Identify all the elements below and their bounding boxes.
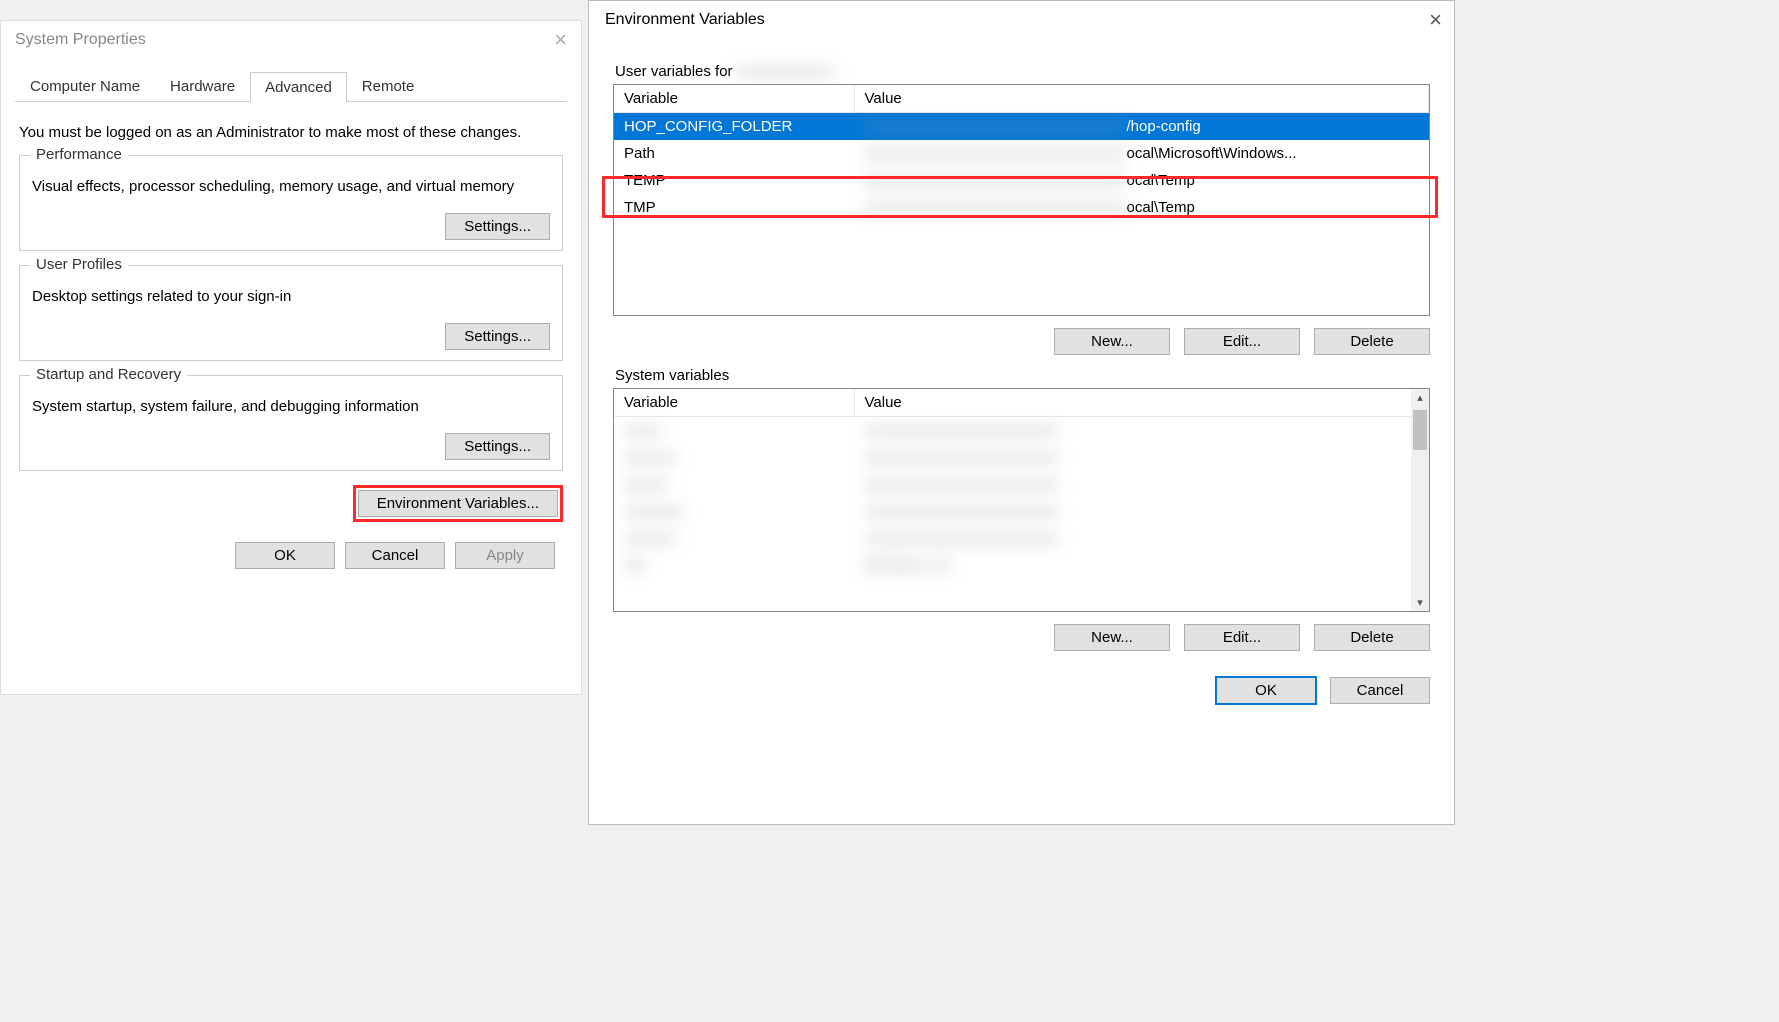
- redacted: xxxxx: [614, 417, 854, 445]
- user-profiles-settings-button[interactable]: Settings...: [445, 323, 550, 350]
- col-variable[interactable]: Variable: [614, 85, 854, 113]
- group-startup-recovery: Startup and Recovery System startup, sys…: [19, 375, 563, 471]
- redacted: xxxxxxxxxxxxxxxxxxxxxxxxxxxxxxxxxxx: [864, 118, 1127, 135]
- tab-remote[interactable]: Remote: [347, 71, 430, 101]
- tab-hardware[interactable]: Hardware: [155, 71, 250, 101]
- window-title: System Properties: [15, 31, 146, 49]
- cell-variable: TMP: [614, 194, 854, 221]
- window-title: Environment Variables: [605, 11, 765, 29]
- col-value[interactable]: Value: [854, 85, 1429, 113]
- cancel-button[interactable]: Cancel: [345, 542, 445, 569]
- table-row[interactable]: xxxxxxxxxxxxxxxxxxxxxxxxxxxxxxxxx: [614, 525, 1429, 552]
- user-new-button[interactable]: New...: [1054, 328, 1170, 355]
- tabs: Computer Name Hardware Advanced Remote: [15, 71, 567, 102]
- table-header-row: Variable Value: [614, 85, 1429, 113]
- user-section-label: User variables for xxxxxxxxxxxxx: [615, 63, 1454, 80]
- table-row[interactable]: xxxxxxxxxxxxxxxxxxxxxxxxxxxxxxxxx: [614, 444, 1429, 471]
- dialog-footer: OK Cancel: [589, 659, 1454, 714]
- system-vars-buttons: New... Edit... Delete: [589, 624, 1430, 651]
- group-desc: Desktop settings related to your sign-in: [32, 288, 550, 305]
- user-variables-table[interactable]: Variable Value HOP_CONFIG_FOLDER xxxxxxx…: [613, 84, 1430, 316]
- user-variables-section: User variables for xxxxxxxxxxxxx Variabl…: [589, 63, 1454, 355]
- cancel-button[interactable]: Cancel: [1330, 677, 1430, 704]
- dialog-body: You must be logged on as an Administrato…: [1, 102, 581, 581]
- table-row[interactable]: OS Windows_NT: [614, 552, 1429, 579]
- redacted: xxxxxxxxxxxxxxxxxxxxxxxxxx: [854, 471, 1429, 498]
- redacted: xxxxxxx: [614, 444, 854, 471]
- startup-settings-button[interactable]: Settings...: [445, 433, 550, 460]
- system-delete-button[interactable]: Delete: [1314, 624, 1430, 651]
- titlebar: System Properties ×: [1, 21, 581, 57]
- redacted: xxxxxxxxxxxxxxxxxxxxxxxxxxxxxxxxxxx: [864, 145, 1127, 162]
- redacted: xxxxxxx: [614, 525, 854, 552]
- cell-variable: OS: [614, 552, 854, 579]
- ok-button[interactable]: OK: [235, 542, 335, 569]
- group-user-profiles: User Profiles Desktop settings related t…: [19, 265, 563, 361]
- user-section-label-text: User variables for: [615, 63, 733, 80]
- group-legend: Startup and Recovery: [30, 366, 187, 383]
- user-delete-button[interactable]: Delete: [1314, 328, 1430, 355]
- cell-value: xxxxxxxxxxxxxxxxxxxxxxxxxxxxxxxxxxxocal\…: [854, 194, 1429, 221]
- table-row[interactable]: xxxxxxxxxxxxxxxxxxxxxxxxxxxxxxxxxx: [614, 498, 1429, 525]
- cell-variable: TEMP: [614, 167, 854, 194]
- group-legend: Performance: [30, 146, 128, 163]
- scroll-down-icon[interactable]: ▾: [1417, 596, 1423, 609]
- environment-variables-button[interactable]: Environment Variables...: [358, 490, 558, 517]
- env-button-highlight: Environment Variables...: [353, 485, 563, 522]
- user-edit-button[interactable]: Edit...: [1184, 328, 1300, 355]
- titlebar: Environment Variables ×: [589, 1, 1454, 51]
- cell-value: Windows_NT: [854, 552, 1429, 579]
- cell-value: xxxxxxxxxxxxxxxxxxxxxxxxxxxxxxxxxxx/hop-…: [854, 113, 1429, 141]
- table-row[interactable]: xxxxxxxxxxxxxxxxxxxxxxxxxxxxxxxx: [614, 471, 1429, 498]
- redacted: xxxxxxxxxxxxxxxxxxxxxxxxxx: [854, 444, 1429, 471]
- cell-variable: Path: [614, 140, 854, 167]
- redacted: xxxxxxxxxxxxxxxxxxxxxxxxxx: [854, 525, 1429, 552]
- user-vars-buttons: New... Edit... Delete: [589, 328, 1430, 355]
- redacted: xxxxxxxxxxxxxxxxxxxxxxxxxx: [854, 498, 1429, 525]
- redacted: xxxxxx: [614, 471, 854, 498]
- scroll-thumb[interactable]: [1413, 410, 1427, 450]
- redacted: xxxxxxxxxxxxxxxxxxxxxxxxxxxxxxxxxxx: [864, 199, 1127, 216]
- system-properties-dialog: System Properties × Computer Name Hardwa…: [0, 20, 582, 695]
- tab-advanced[interactable]: Advanced: [250, 72, 347, 102]
- environment-variables-dialog: Environment Variables × User variables f…: [588, 0, 1455, 825]
- system-variables-table[interactable]: Variable Value xxxxxxxxxxxxxxxxxxxxxxxxx…: [613, 388, 1430, 612]
- redacted: xxxxxxxx: [614, 498, 854, 525]
- tab-computer-name[interactable]: Computer Name: [15, 71, 155, 101]
- col-variable[interactable]: Variable: [614, 389, 854, 417]
- system-section-label: System variables: [615, 367, 1454, 384]
- close-icon[interactable]: ×: [554, 29, 567, 51]
- ok-button[interactable]: OK: [1216, 677, 1316, 704]
- table-row[interactable]: Path xxxxxxxxxxxxxxxxxxxxxxxxxxxxxxxxxxx…: [614, 140, 1429, 167]
- table-row[interactable]: TEMP xxxxxxxxxxxxxxxxxxxxxxxxxxxxxxxxxxx…: [614, 167, 1429, 194]
- scrollbar[interactable]: ▴ ▾: [1411, 389, 1429, 611]
- cell-variable: HOP_CONFIG_FOLDER: [614, 113, 854, 141]
- cell-value: xxxxxxxxxxxxxxxxxxxxxxxxxxxxxxxxxxxocal\…: [854, 140, 1429, 167]
- apply-button[interactable]: Apply: [455, 542, 555, 569]
- table-row[interactable]: xxxxxxxxxxxxxxxxxxxxxxxxxxxxxxx: [614, 417, 1429, 445]
- cell-value: xxxxxxxxxxxxxxxxxxxxxxxxxxxxxxxxxxxocal\…: [854, 167, 1429, 194]
- group-legend: User Profiles: [30, 256, 128, 273]
- table-row[interactable]: HOP_CONFIG_FOLDER xxxxxxxxxxxxxxxxxxxxxx…: [614, 113, 1429, 141]
- redacted: xxxxxxxxxxxxxxxxxxxxxxxxxxxxxxxxxxx: [864, 172, 1127, 189]
- performance-settings-button[interactable]: Settings...: [445, 213, 550, 240]
- table-header-row: Variable Value: [614, 389, 1429, 417]
- close-icon[interactable]: ×: [1429, 9, 1442, 31]
- group-desc: System startup, system failure, and debu…: [32, 398, 550, 415]
- col-value[interactable]: Value: [854, 389, 1429, 417]
- system-edit-button[interactable]: Edit...: [1184, 624, 1300, 651]
- intro-text: You must be logged on as an Administrato…: [19, 124, 563, 141]
- group-performance: Performance Visual effects, processor sc…: [19, 155, 563, 251]
- group-desc: Visual effects, processor scheduling, me…: [32, 178, 550, 195]
- system-new-button[interactable]: New...: [1054, 624, 1170, 651]
- table-row[interactable]: TMP xxxxxxxxxxxxxxxxxxxxxxxxxxxxxxxxxxxo…: [614, 194, 1429, 221]
- redacted: xxxxxxxxxxxxxxxxxxxxxxxxxx: [854, 417, 1429, 445]
- scroll-up-icon[interactable]: ▴: [1417, 391, 1423, 404]
- redacted-username: xxxxxxxxxxxxx: [737, 63, 1037, 80]
